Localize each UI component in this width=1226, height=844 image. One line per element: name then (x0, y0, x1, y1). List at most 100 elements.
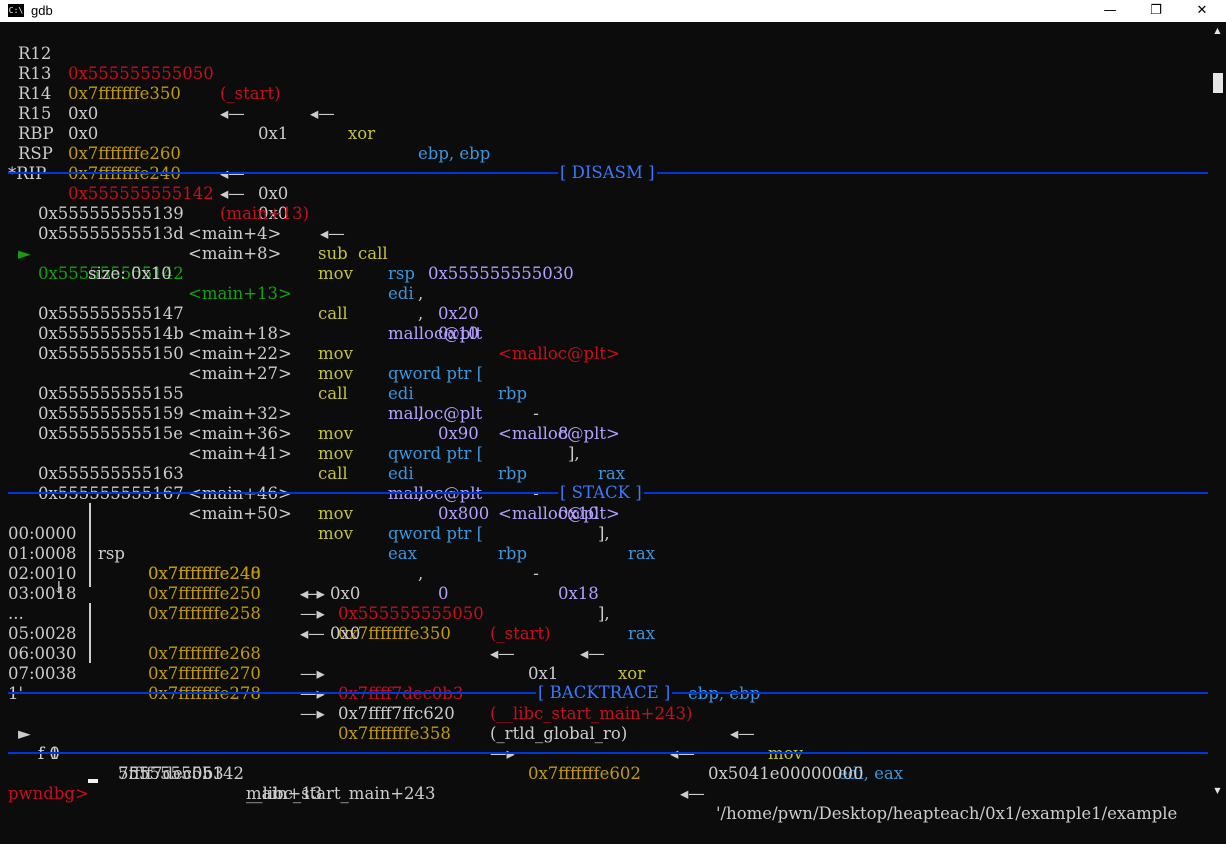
disasm-operand: 0x20 (438, 304, 479, 323)
disasm-operand: qword ptr [ (388, 524, 484, 543)
instruction-operands: ebp, ebp (688, 684, 761, 703)
disasm-operand: rax (628, 624, 656, 643)
stack-target: 0x1 (528, 664, 559, 683)
register-target: 0x0 (258, 184, 289, 203)
disasm-address: 0x555555555147 (38, 304, 184, 323)
disasm-address: 0x55555555513d (38, 224, 184, 243)
stack-value: 0x555555555050 (338, 604, 484, 623)
stack-symbol: (_rtld_global_ro) (490, 724, 628, 743)
disasm-register: rbp (498, 384, 528, 403)
instruction-mnemonic: xor (618, 664, 646, 683)
deref-arrow-icon: ◂— (490, 644, 515, 663)
disasm-mnemonic: mov (318, 424, 353, 443)
disasm-symbol: <main+27> (188, 364, 292, 383)
stack-header: [ STACK ] (558, 483, 644, 503)
disasm-symbol: <main+4> (188, 224, 282, 243)
disasm-operand: eax (388, 544, 417, 563)
scroll-up-icon[interactable]: ▲ (1209, 26, 1226, 35)
command-line[interactable]: pwndbg> (8, 764, 89, 803)
stack-address: 0x7fffffffe250 (148, 584, 261, 603)
disasm-line: 0x555555555147 <main+18> mov qword ptr [… (8, 284, 625, 483)
disasm-mnemonic: call (318, 384, 348, 403)
maximize-button[interactable]: ❐ (1133, 0, 1179, 22)
register-row: R14 0x0 (8, 64, 98, 123)
disasm-address: 0x55555555515e (38, 424, 184, 443)
pwndbg-prompt: pwndbg> (8, 784, 89, 803)
stack-address: 0x7fffffffe248 (148, 564, 261, 583)
stack-value: 0x7fffffffe602 (528, 764, 641, 783)
instruction-mnemonic: call (358, 244, 388, 263)
vertical-scrollbar[interactable]: ▲ ▼ (1209, 22, 1226, 800)
pointer-arrow-icon: —▸ (490, 744, 515, 763)
pointer-arrow-icon: —▸ (300, 604, 325, 623)
disasm-offset: 0x18 (558, 584, 599, 603)
disasm-sep: ], (568, 444, 585, 463)
stack-value: 0x7ffff7dec0b3 (338, 684, 464, 703)
disasm-sep: , (418, 304, 429, 323)
stack-register: rsp (98, 544, 125, 563)
disasm-sep: ], (598, 524, 615, 543)
disasm-target: <malloc@plt> (498, 504, 620, 523)
close-button[interactable]: ✕ (1179, 0, 1225, 22)
disasm-address: 0x555555555139 (38, 204, 184, 223)
disasm-operand: rax (628, 544, 656, 563)
backtrace-frame[interactable]: f 1 7ffff7dec0b3 __libc_start_main+243 (8, 724, 436, 803)
stack-row: 03:0018 0x7fffffffe258 ◂— 0x0 (8, 564, 360, 643)
text-cursor (88, 779, 98, 783)
stack-target: 0x5041e00000000 (708, 764, 864, 783)
backtrace-header: [ BACKTRACE ] (536, 683, 673, 703)
disasm-line: 0x555555555139 <main+4> sub rsp , 0x20 (8, 184, 479, 323)
disasm-operand: edi (388, 384, 414, 403)
deref-arrow-icon: ◂— (220, 164, 245, 183)
stack-divider (89, 503, 91, 587)
register-row-rip: *RIP 0x555555555142 (main+13) ◂— call 0x… (8, 144, 574, 283)
disasm-line: 0x55555555514b <main+22> mov edi , 0x90 (8, 304, 479, 443)
register-name: *RIP (8, 164, 47, 183)
disasm-symbol: <main+32> (188, 404, 292, 423)
disasm-operand: 0x90 (438, 424, 479, 443)
deref-arrow-icon: ◂— (680, 784, 705, 803)
disasm-line: 0x555555555155 <main+32> mov qword ptr [… (8, 364, 655, 563)
disasm-target: <malloc@plt> (498, 424, 620, 443)
stack-string: '/home/pwn/Desktop/heapteach/0x1/example… (716, 804, 1178, 823)
stack-row: 02:0010 0x7fffffffe250 —▸ 0x7fffffffe350… (8, 544, 558, 683)
scrollbar-thumb[interactable] (1213, 73, 1223, 93)
disasm-address: 0x555555555150 (38, 344, 184, 363)
disasm-line: 0x555555555163 <main+46> mov qword ptr [… (8, 444, 655, 643)
scroll-down-icon[interactable]: ▼ (1209, 786, 1226, 795)
pointer-arrow-icon: —▸ (300, 584, 325, 603)
minimize-button[interactable]: — (1087, 0, 1133, 22)
disasm-mnemonic: mov (318, 264, 353, 283)
deref-arrow-icon: ◂— (310, 104, 335, 123)
window-titlebar: C:\ gdb — ❐ ✕ (0, 0, 1226, 22)
disasm-line: 0x55555555513d <main+8> mov edi , 0x10 (8, 204, 479, 343)
pointer-arrow-icon: —▸ (300, 664, 325, 683)
disasm-mnemonic: mov (318, 344, 353, 363)
deref-arrow-icon: ◂— (220, 184, 245, 203)
instruction-mnemonic: xor (348, 124, 376, 143)
register-value: 0x555555555050 (68, 64, 214, 83)
disasm-address: 0x55555555514b (38, 324, 184, 343)
terminal-output[interactable]: R12 0x555555555050 (_start) ◂— xor ebp, … (8, 22, 1208, 823)
register-value: 0x7fffffffe240 (68, 164, 181, 183)
stack-value: 0x7fffffffe358 (338, 724, 451, 743)
disasm-sep: - (528, 404, 545, 423)
backtrace-frame[interactable]: ► f 0 555555555142 main+13 (8, 704, 322, 803)
disasm-address: 0x555555555163 (38, 464, 184, 483)
register-value: 0x555555555142 (68, 184, 214, 203)
register-value: 0x7fffffffe260 (68, 144, 181, 163)
disasm-mnemonic: mov (318, 364, 353, 383)
terminal-icon: C:\ (8, 4, 24, 17)
call-argument: size: 0x10 (88, 264, 172, 283)
deref-arrow-icon: ◂— (320, 224, 345, 243)
deref-arrow-icon: ◂— (220, 104, 245, 123)
disasm-mnemonic: sub (318, 244, 348, 263)
frame-address: 7ffff7dec0b3 (118, 764, 224, 783)
stack-address: 0x7fffffffe270 (148, 664, 261, 683)
disasm-operand: qword ptr [ (388, 364, 484, 383)
disasm-operand: malloc@plt (388, 324, 483, 343)
disasm-line-current: ► 0x555555555142 <main+13> call malloc@p… (8, 224, 620, 363)
disasm-mnemonic: mov (318, 504, 353, 523)
window-title: gdb (31, 3, 53, 18)
disasm-line: 0x555555555167 <main+50> mov eax , 0 (8, 464, 449, 603)
